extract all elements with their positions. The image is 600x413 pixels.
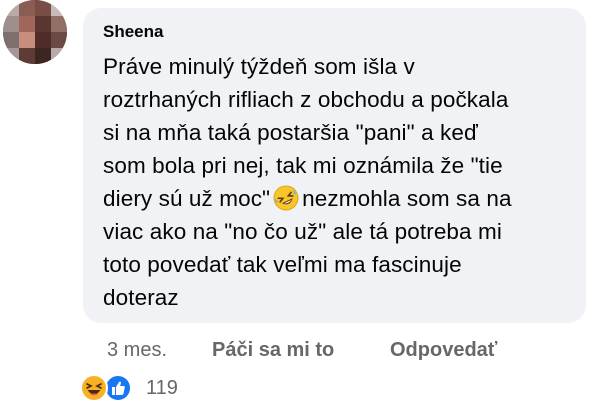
comment-line: toto povedať tak veľmi ma fascinuje bbox=[103, 252, 462, 277]
comment-line-part: nezmohla som sa na bbox=[302, 186, 512, 211]
comment-line: som bola pri nej, tak mi oznámila že "ti… bbox=[103, 153, 503, 178]
comment-line: viac ako na "no čo už" ale tá potreba mi bbox=[103, 219, 502, 244]
comment-line-part: diery sú už moc" bbox=[103, 186, 271, 211]
comment-bubble: Sheena Práve minulý týždeň som išla v ro… bbox=[83, 8, 586, 323]
comment-author[interactable]: Sheena bbox=[103, 22, 163, 42]
comment-line: Práve minulý týždeň som išla v bbox=[103, 54, 415, 79]
comment-line: doteraz bbox=[103, 285, 179, 310]
rolling-on-floor-laughing-emoji-icon bbox=[273, 185, 299, 211]
avatar[interactable] bbox=[3, 0, 67, 64]
haha-reaction-icon bbox=[80, 374, 108, 402]
comment-line-with-emoji: diery sú už moc" nezmohla som sa na bbox=[103, 182, 573, 215]
comment-text: Práve minulý týždeň som išla v roztrhaný… bbox=[103, 50, 573, 314]
comment-line: si na mňa taká postaršia "pani" a keď bbox=[103, 120, 478, 145]
like-reaction-icon bbox=[104, 374, 132, 402]
comment-timestamp[interactable]: 3 mes. bbox=[107, 337, 167, 363]
reaction-count: 119 bbox=[146, 377, 178, 399]
comment-line: roztrhaných rifliach z obchodu a počkala bbox=[103, 87, 509, 112]
like-button[interactable]: Páči sa mi to bbox=[212, 337, 334, 363]
reply-button[interactable]: Odpovedať bbox=[390, 337, 497, 363]
